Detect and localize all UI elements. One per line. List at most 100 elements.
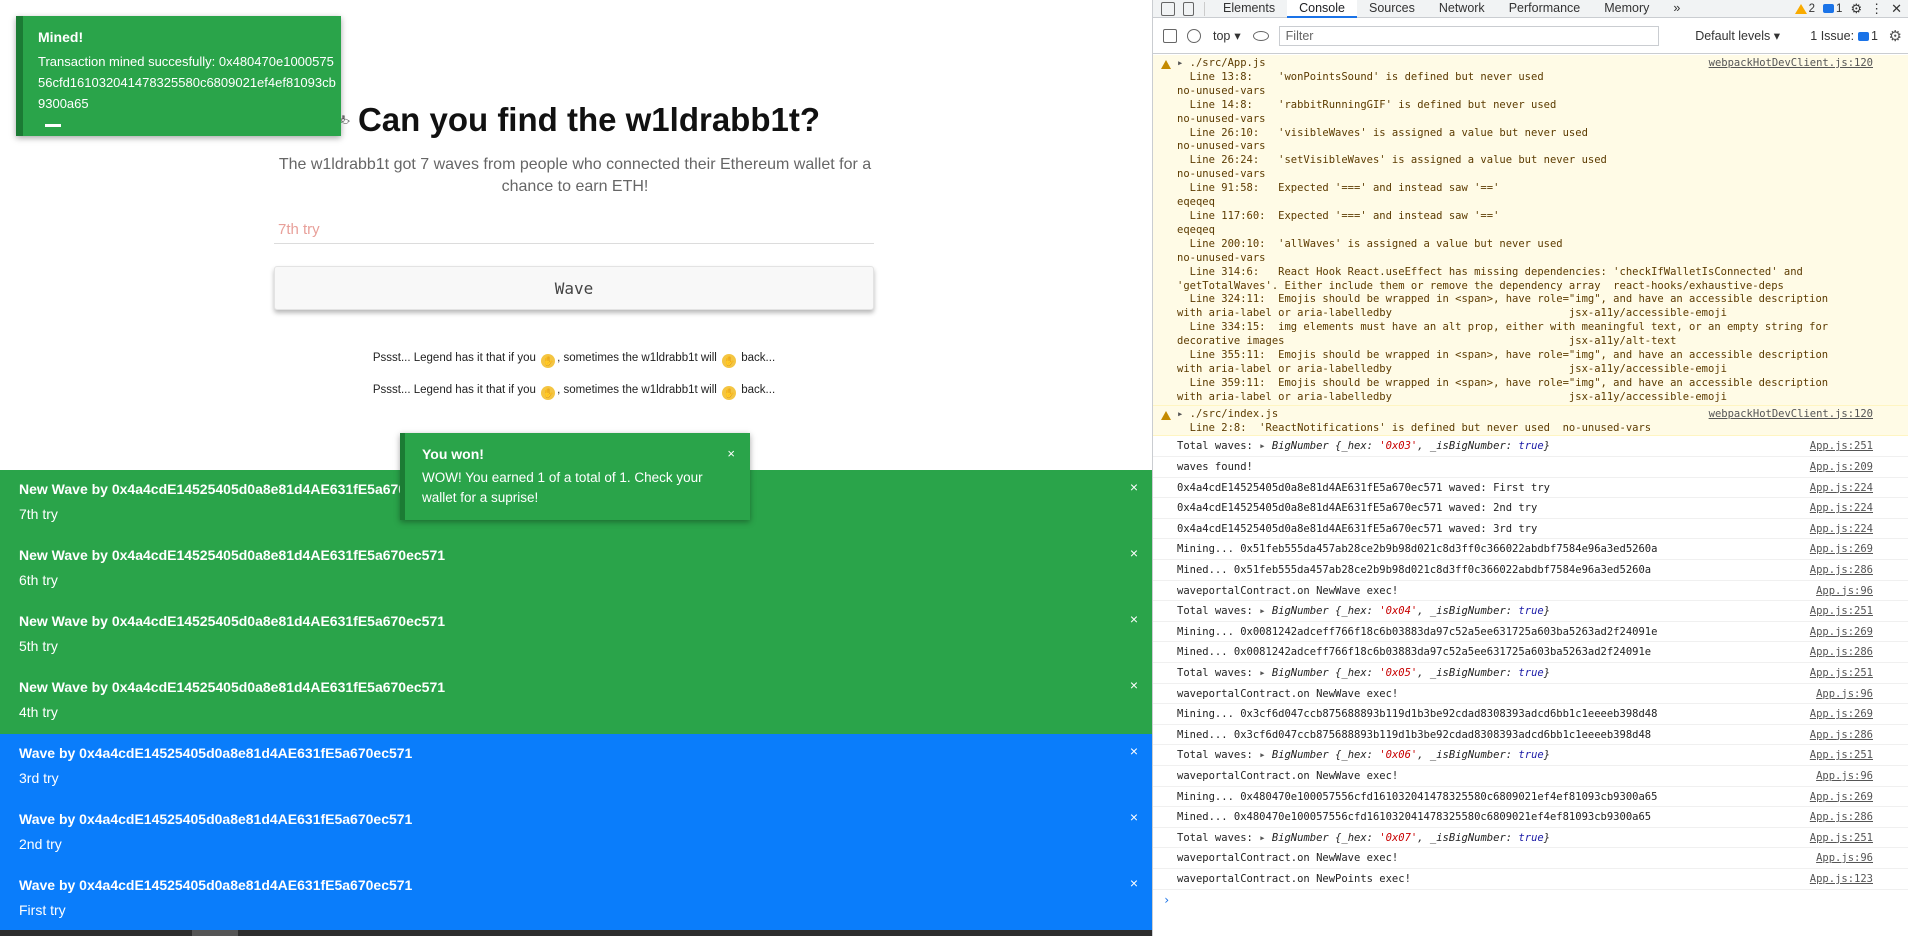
object-type: BigNumber xyxy=(1271,831,1329,844)
warning-line: no-unused-vars xyxy=(1177,140,1266,153)
source-link[interactable]: App.js:286 xyxy=(1810,642,1873,663)
source-link[interactable]: App.js:224 xyxy=(1810,478,1873,499)
page-subtitle: The w1ldrabb1t got 7 waves from people w… xyxy=(278,156,872,195)
notification-new-wave[interactable]: New Wave by 0x4a4cdE14525405d0a8e81d4AE6… xyxy=(0,668,1152,734)
tab-sources[interactable]: Sources xyxy=(1357,0,1427,18)
warning-line: no-unused-vars xyxy=(1177,84,1266,97)
expand-triangle-icon[interactable]: ▸ xyxy=(1259,832,1272,844)
source-link[interactable]: App.js:224 xyxy=(1810,519,1873,540)
issues-button[interactable]: 1 Issue: 1 xyxy=(1810,29,1878,43)
console-prompt[interactable]: › xyxy=(1153,890,1908,910)
source-link[interactable]: App.js:96 xyxy=(1816,581,1873,602)
close-icon[interactable]: × xyxy=(1130,678,1138,692)
close-icon[interactable]: × xyxy=(1130,810,1138,824)
more-tabs-icon[interactable]: » xyxy=(1661,0,1692,18)
scrollbar-thumb[interactable] xyxy=(192,930,238,936)
console-log-row: Total waves: ▸ BigNumber {_hex: '0x04', … xyxy=(1153,601,1908,622)
console-log-row: waveportalContract.on NewWave exec! App.j… xyxy=(1153,766,1908,787)
toast-progress-bar xyxy=(45,124,61,127)
notification-new-wave[interactable]: New Wave by 0x4a4cdE14525405d0a8e81d4AE6… xyxy=(0,536,1152,602)
wave-button[interactable]: Wave xyxy=(274,266,874,310)
close-icon[interactable]: × xyxy=(1130,744,1138,758)
object-type: BigNumber xyxy=(1271,667,1329,679)
source-link[interactable]: App.js:96 xyxy=(1816,848,1873,869)
log-text: 0x4a4cdE14525405d0a8e81d4AE631fE5a670ec5… xyxy=(1177,502,1538,515)
hex-value: '0x05' xyxy=(1379,667,1418,679)
notification-new-wave[interactable]: New Wave by 0x4a4cdE14525405d0a8e81d4AE6… xyxy=(0,602,1152,668)
source-link[interactable]: App.js:209 xyxy=(1810,457,1873,478)
source-link[interactable]: App.js:96 xyxy=(1816,684,1873,705)
warnings-badge[interactable]: 2 xyxy=(1794,3,1815,15)
warning-line: eqeqeq xyxy=(1177,196,1215,209)
expand-triangle-icon[interactable]: ▸ xyxy=(1259,440,1272,452)
close-icon[interactable]: × xyxy=(727,446,735,461)
expand-triangle-icon[interactable]: ▸ xyxy=(1259,667,1272,679)
expand-triangle-icon[interactable]: ▸ xyxy=(1259,749,1272,761)
source-link[interactable]: App.js:251 xyxy=(1810,436,1873,457)
notification-wave[interactable]: Wave by 0x4a4cdE14525405d0a8e81d4AE631fE… xyxy=(0,800,1152,866)
devtools-status-group: 2 1 ⚙ ⋮ ✕ xyxy=(1794,0,1902,18)
warning-line: Line 334:15: img elements must have an a… xyxy=(1177,321,1829,334)
source-link[interactable]: App.js:286 xyxy=(1810,725,1873,746)
context-selector[interactable]: top ▾ xyxy=(1213,28,1241,44)
hint-text-after: back... xyxy=(741,384,776,396)
console-log-row: waves found! App.js:209 xyxy=(1153,457,1908,478)
source-link[interactable]: App.js:286 xyxy=(1810,807,1873,828)
live-expression-eye-icon[interactable] xyxy=(1252,30,1269,41)
console-settings-gear-icon[interactable]: ⚙ xyxy=(1889,27,1902,45)
console-filter-input[interactable] xyxy=(1278,25,1659,46)
source-link[interactable]: App.js:286 xyxy=(1810,560,1873,581)
source-link[interactable]: App.js:269 xyxy=(1810,704,1873,725)
source-link[interactable]: webpackHotDevClient.js:120 xyxy=(1709,408,1873,420)
tab-performance[interactable]: Performance xyxy=(1497,0,1593,18)
notification-wave[interactable]: Wave by 0x4a4cdE14525405d0a8e81d4AE631fE… xyxy=(0,734,1152,800)
warning-line: Line 14:8: 'rabbitRunningGIF' is defined… xyxy=(1177,98,1557,111)
console-log-row: Total waves: ▸ BigNumber {_hex: '0x03', … xyxy=(1153,436,1908,458)
source-link[interactable]: App.js:251 xyxy=(1810,828,1873,849)
log-object[interactable]: ▸ BigNumber {_hex: '0x07', _isBigNumber:… xyxy=(1259,832,1550,844)
expand-triangle-icon[interactable]: ▸ xyxy=(1259,605,1272,617)
inspect-element-icon[interactable] xyxy=(1161,1,1175,16)
tab-network[interactable]: Network xyxy=(1427,0,1497,18)
device-toolbar-icon[interactable] xyxy=(1183,1,1194,16)
toast-mined[interactable]: Mined! Transaction mined succesfully: 0x… xyxy=(16,16,341,136)
source-link[interactable]: App.js:123 xyxy=(1810,869,1873,890)
warning-line: Line 26:10: 'visibleWaves' is assigned a… xyxy=(1177,126,1588,139)
notification-wave[interactable]: Wave by 0x4a4cdE14525405d0a8e81d4AE631fE… xyxy=(0,866,1152,932)
tab-console[interactable]: Console xyxy=(1287,0,1357,18)
close-icon[interactable]: × xyxy=(1130,876,1138,890)
source-link[interactable]: App.js:224 xyxy=(1810,498,1873,519)
source-link[interactable]: App.js:251 xyxy=(1810,745,1873,766)
wave-message-input[interactable] xyxy=(274,216,874,244)
source-link[interactable]: App.js:96 xyxy=(1816,766,1873,787)
source-link[interactable]: App.js:269 xyxy=(1810,539,1873,560)
settings-gear-icon[interactable]: ⚙ xyxy=(1850,1,1862,17)
log-levels-dropdown[interactable]: Default levels ▾ xyxy=(1695,28,1780,43)
kebab-menu-icon[interactable]: ⋮ xyxy=(1870,1,1883,17)
devtools-tab-bar: Elements Console Sources Network Perform… xyxy=(1153,0,1908,18)
tab-memory[interactable]: Memory xyxy=(1592,0,1661,18)
hint-text-middle: , sometimes the w1ldrabb1t will xyxy=(557,384,717,396)
close-icon[interactable]: × xyxy=(1130,480,1138,494)
horizontal-scrollbar[interactable] xyxy=(0,930,1152,936)
log-text: Total waves: xyxy=(1177,605,1260,618)
clear-console-icon[interactable] xyxy=(1187,28,1201,43)
log-object[interactable]: ▸ BigNumber {_hex: '0x04', _isBigNumber:… xyxy=(1259,605,1550,617)
sidebar-toggle-icon[interactable] xyxy=(1163,28,1177,43)
messages-badge[interactable]: 1 xyxy=(1823,3,1842,15)
wave-hand-icon: ✋ xyxy=(541,386,556,400)
log-object[interactable]: ▸ BigNumber {_hex: '0x03', _isBigNumber:… xyxy=(1259,440,1550,452)
notification-title: Wave by 0x4a4cdE14525405d0a8e81d4AE631fE… xyxy=(19,811,413,827)
source-link[interactable]: webpackHotDevClient.js:120 xyxy=(1709,57,1873,69)
close-devtools-icon[interactable]: ✕ xyxy=(1891,1,1902,17)
source-link[interactable]: App.js:251 xyxy=(1810,601,1873,622)
source-link[interactable]: App.js:251 xyxy=(1810,663,1873,684)
toast-you-won[interactable]: You won! WOW! You earned 1 of a total of… xyxy=(400,433,750,520)
tab-elements[interactable]: Elements xyxy=(1211,0,1287,18)
close-icon[interactable]: × xyxy=(1130,546,1138,560)
source-link[interactable]: App.js:269 xyxy=(1810,787,1873,808)
close-icon[interactable]: × xyxy=(1130,612,1138,626)
source-link[interactable]: App.js:269 xyxy=(1810,622,1873,643)
log-object[interactable]: ▸ BigNumber {_hex: '0x06', _isBigNumber:… xyxy=(1259,749,1550,761)
log-object[interactable]: ▸ BigNumber {_hex: '0x05', _isBigNumber:… xyxy=(1259,667,1550,679)
